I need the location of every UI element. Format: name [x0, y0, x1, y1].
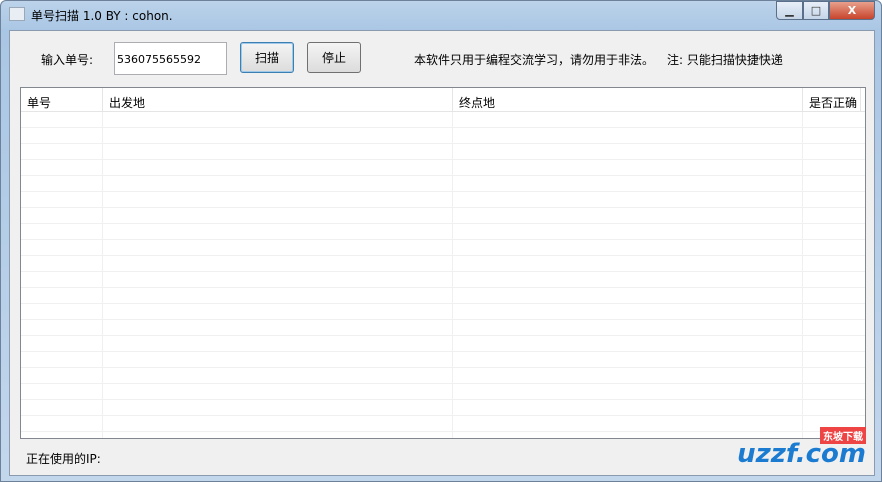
- ip-status-label: 正在使用的IP:: [26, 452, 101, 466]
- close-button[interactable]: X: [829, 1, 875, 20]
- tracking-number-label: 输入单号:: [41, 53, 94, 67]
- notice-text: 本软件只用于编程交流学习，请勿用于非法。: [414, 53, 655, 67]
- column-header-number[interactable]: 单号: [21, 88, 103, 111]
- list-header: 单号 出发地 终点地 是否正确: [21, 88, 865, 112]
- stop-button[interactable]: 停止: [307, 42, 361, 73]
- client-area: 输入单号: 536075565592 扫描 停止 本软件只用于编程交流学习，请勿…: [9, 30, 875, 476]
- scan-button[interactable]: 扫描: [240, 42, 294, 73]
- column-header-origin[interactable]: 出发地: [103, 88, 453, 111]
- column-header-destination[interactable]: 终点地: [453, 88, 803, 111]
- window-title: 单号扫描 1.0 BY : cohon.: [31, 9, 173, 23]
- note-text: 注: 只能扫描快捷快递: [667, 53, 783, 67]
- app-window: 单号扫描 1.0 BY : cohon. ▁ □ X 输入单号: 5360755…: [0, 0, 882, 482]
- column-divider: [452, 112, 453, 438]
- watermark-logo: uzzf.com 东坡下载: [737, 427, 866, 469]
- column-divider: [802, 112, 803, 438]
- results-list[interactable]: 单号 出发地 终点地 是否正确: [20, 87, 866, 439]
- tracking-number-input[interactable]: 536075565592: [114, 42, 227, 75]
- column-divider: [102, 112, 103, 438]
- column-header-valid[interactable]: 是否正确: [803, 88, 861, 111]
- app-icon: [9, 7, 25, 21]
- list-grid: [21, 112, 865, 438]
- minimize-button[interactable]: ▁: [776, 1, 803, 20]
- maximize-button[interactable]: □: [803, 1, 829, 20]
- watermark-badge: 东坡下载: [820, 427, 866, 444]
